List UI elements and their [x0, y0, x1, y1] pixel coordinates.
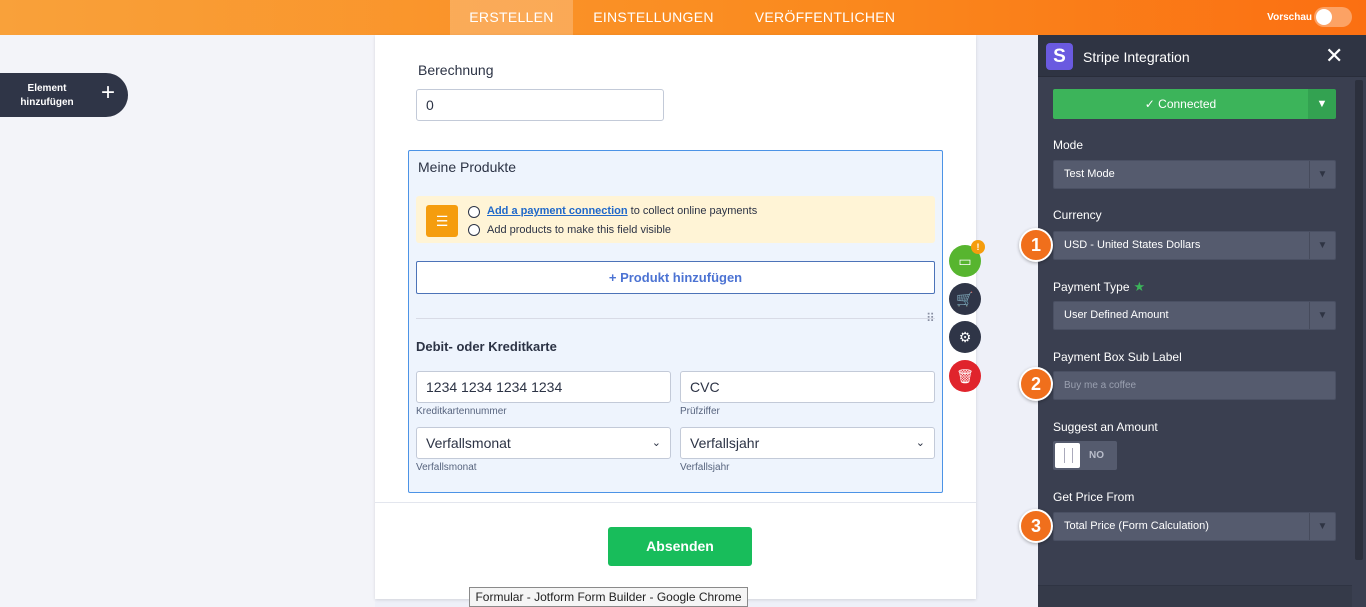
expiry-year-sublabel: Verfallsjahr — [680, 462, 730, 473]
payment-type-value: User Defined Amount — [1064, 309, 1169, 321]
expiry-month-value: Verfallsmonat — [426, 435, 511, 451]
chevron-down-icon: ⌄ — [915, 437, 925, 449]
payment-type-label: Payment Type ★ — [1053, 279, 1145, 295]
panel-footer — [1038, 585, 1352, 607]
currency-select[interactable]: USD - United States Dollars ▼ — [1053, 231, 1336, 260]
suggest-amount-toggle[interactable]: NO — [1053, 441, 1117, 470]
expiry-month-sublabel: Verfallsmonat — [416, 462, 477, 473]
panel-title: Stripe Integration — [1083, 49, 1190, 65]
mode-label: Mode — [1053, 138, 1084, 152]
toggle-knob — [1055, 443, 1080, 468]
add-element-label: Element hinzufügen — [20, 83, 74, 108]
add-product-button[interactable]: + Produkt hinzufügen — [416, 261, 935, 294]
submit-button[interactable]: Absenden — [608, 527, 752, 566]
tab-einstellungen[interactable]: EINSTELLUNGEN — [585, 0, 722, 35]
dropdown-arrow-icon: ▼ — [1309, 232, 1335, 259]
sub-label-input[interactable]: Buy me a coffee — [1053, 371, 1336, 400]
price-from-select[interactable]: Total Price (Form Calculation) ▼ — [1053, 512, 1336, 541]
trash-icon[interactable]: 🗑 — [949, 360, 981, 392]
plus-icon: + — [101, 79, 116, 106]
chevron-down-icon: ⌄ — [651, 437, 661, 449]
expiry-year-select[interactable]: Verfallsjahr ⌄ — [680, 427, 935, 459]
berechnung-input[interactable]: 0 — [416, 89, 664, 121]
cvc-sublabel: Prüfziffer — [680, 406, 720, 417]
warning-badge: ! — [971, 240, 985, 254]
payment-type-select[interactable]: User Defined Amount ▼ — [1053, 301, 1336, 330]
card-number-sublabel: Kreditkartennummer — [416, 406, 507, 417]
checklist-icon: ☰ — [426, 205, 458, 237]
mode-select[interactable]: Test Mode ▼ — [1053, 160, 1336, 189]
toggle-state: NO — [1089, 450, 1104, 461]
cvc-input[interactable]: CVC — [680, 371, 935, 403]
berechnung-label: Berechnung — [418, 62, 494, 78]
top-navigation-bar: ERSTELLEN EINSTELLUNGEN VERÖFFENTLICHEN … — [0, 0, 1366, 35]
marker-3: 3 — [1019, 509, 1053, 543]
scrollbar-thumb[interactable] — [1355, 80, 1363, 560]
dropdown-arrow-icon: ▼ — [1309, 513, 1335, 540]
expiry-year-value: Verfallsjahr — [690, 435, 760, 451]
add-element-button[interactable]: Element hinzufügen + — [0, 73, 128, 117]
cart-icon[interactable]: 🛒 — [949, 283, 981, 315]
sub-label-label: Payment Box Sub Label — [1053, 350, 1182, 364]
payment-type-label-text: Payment Type — [1053, 280, 1130, 294]
dropdown-arrow-icon: ▼ — [1309, 302, 1335, 329]
currency-value: USD - United States Dollars — [1064, 239, 1201, 251]
products-title: Meine Produkte — [418, 159, 517, 175]
preview-label: Vorschau — [1267, 12, 1312, 23]
preview-toggle[interactable] — [1314, 7, 1352, 27]
notice-line-2: Add products to make this field visible — [487, 224, 672, 236]
window-tooltip: Formular - Jotform Form Builder - Google… — [469, 587, 748, 607]
dropdown-arrow-icon: ▼ — [1309, 161, 1335, 188]
suggest-amount-label: Suggest an Amount — [1053, 420, 1158, 434]
price-from-label: Get Price From — [1053, 490, 1135, 504]
marker-1: 1 — [1019, 228, 1053, 262]
tab-erstellen[interactable]: ERSTELLEN — [450, 0, 573, 35]
close-icon[interactable]: ✕ — [1325, 43, 1343, 69]
preview-toggle-knob — [1316, 9, 1332, 25]
card-number-input[interactable]: 1234 1234 1234 1234 — [416, 371, 671, 403]
tab-veroeffentlichen[interactable]: VERÖFFENTLICHEN — [745, 0, 905, 35]
marker-2: 2 — [1019, 367, 1053, 401]
drag-handle-icon[interactable]: ⠿ — [926, 312, 936, 324]
notice-radio-1 — [468, 206, 480, 218]
left-sidebar-area — [0, 35, 375, 607]
expiry-month-select[interactable]: Verfallsmonat ⌄ — [416, 427, 671, 459]
gear-icon[interactable]: ⚙ — [949, 321, 981, 353]
canvas-divider — [375, 502, 976, 503]
card-section-title: Debit- oder Kreditkarte — [416, 339, 557, 354]
add-payment-connection-link[interactable]: Add a payment connection — [487, 205, 628, 217]
price-from-value: Total Price (Form Calculation) — [1064, 520, 1209, 532]
connected-button[interactable]: ✓ Connected — [1053, 89, 1308, 119]
notice-radio-2 — [468, 224, 480, 236]
divider — [416, 318, 935, 319]
star-icon: ★ — [1133, 279, 1146, 294]
notice-line-1-text: to collect online payments — [627, 205, 758, 217]
notice-line-1: Add a payment connection to collect onli… — [487, 205, 757, 217]
chevron-down-icon[interactable]: ▼ — [1308, 89, 1336, 119]
mode-value: Test Mode — [1064, 168, 1115, 180]
stripe-logo-icon: S — [1046, 43, 1073, 70]
currency-label: Currency — [1053, 208, 1102, 222]
